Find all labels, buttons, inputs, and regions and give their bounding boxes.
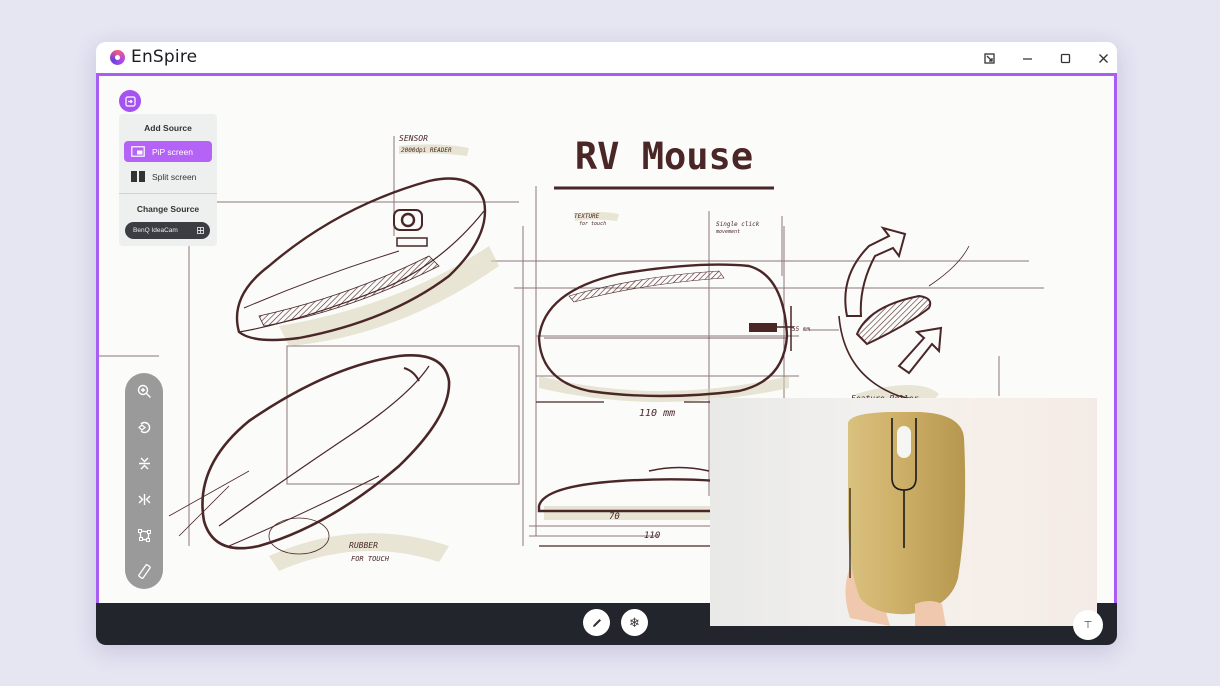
split-screen-label: Split screen [152,171,197,182]
zoom-in-tool[interactable] [134,381,154,401]
scroll-wheel [897,426,911,458]
annotation-single-click-sub: movement [715,229,740,235]
flip-vertical-icon [138,457,150,469]
rotate-icon [137,421,150,433]
camera-source-select[interactable]: BenQ IdeaCam [125,222,210,239]
maximize-icon [1060,53,1070,63]
camera-source-value: BenQ IdeaCam [133,227,178,234]
add-source-heading: Add Source [144,123,192,133]
source-panel: Add Source PiP screen Split screen Chang… [119,114,217,246]
pip-icon [131,146,145,157]
add-source-button[interactable] [119,90,141,112]
grid-icon [197,227,204,234]
flip-vertical-tool[interactable] [134,453,154,473]
annotation-single-click: Single click [716,221,760,228]
close-icon [1098,53,1108,63]
app-title: EnSpire [131,47,198,67]
snowflake-icon: ❄ [629,614,640,630]
shrink-icon [983,52,995,64]
pip-screen-label: PiP screen [152,146,193,157]
panel-divider [119,193,217,194]
split-screen-option[interactable]: Split screen [124,166,212,187]
rotate-tool[interactable] [134,417,154,437]
minimize-button[interactable] [1019,50,1035,66]
annotation-rubber-sub: FOR TOUCH [351,555,390,563]
pip-resize-handle[interactable]: ⊤ [1073,610,1103,640]
side-toolbar [125,373,163,589]
transform-icon [137,528,151,542]
app-window: EnSpire RV Mouse SENSOR 2000dpi READER S… [96,42,1117,645]
pip-screen-option[interactable]: PiP screen [124,141,212,162]
annotation-texture: TEXTURE [574,213,600,220]
input-source-icon [124,95,136,107]
annotation-rubber: RUBBER [349,541,378,550]
pen-button[interactable] [583,609,610,636]
ruler-icon [137,563,151,579]
freeze-button[interactable]: ❄ [621,609,648,636]
pip-camera-window[interactable] [710,398,1097,626]
title-bar: EnSpire [96,42,1117,73]
maximize-button[interactable] [1057,50,1073,66]
enspire-logo-icon [110,50,125,65]
annotation-side-70: 70 [609,512,620,522]
thumb [915,601,946,626]
crop-transform-tool[interactable] [134,525,154,545]
flip-horizontal-tool[interactable] [134,489,154,509]
minimize-icon [1022,57,1032,60]
pip-camera-feed [845,412,966,626]
annotation-side-110: 110 [644,531,660,541]
annotation-width: 110 mm [639,408,675,419]
pen-icon [592,618,601,627]
change-source-heading: Change Source [136,204,200,214]
annotation-texture-sub: for touch [579,221,606,227]
shrink-window-button[interactable] [981,50,997,66]
annotation-sensor-sub: 2000dpi READER [401,147,452,154]
sketch-roller [838,226,970,404]
pin-icon: ⊤ [1083,619,1093,631]
close-button[interactable] [1095,50,1111,66]
sketch-title: RV Mouse [575,135,753,178]
flip-horizontal-icon [138,493,150,505]
annotation-height: 55 mm [792,326,810,333]
split-screen-icon [131,171,145,182]
annotation-sensor: SENSOR [399,134,428,143]
sketch-mouse-side [168,354,451,555]
ruler-tool[interactable] [134,561,154,581]
zoom-in-icon [137,384,151,398]
